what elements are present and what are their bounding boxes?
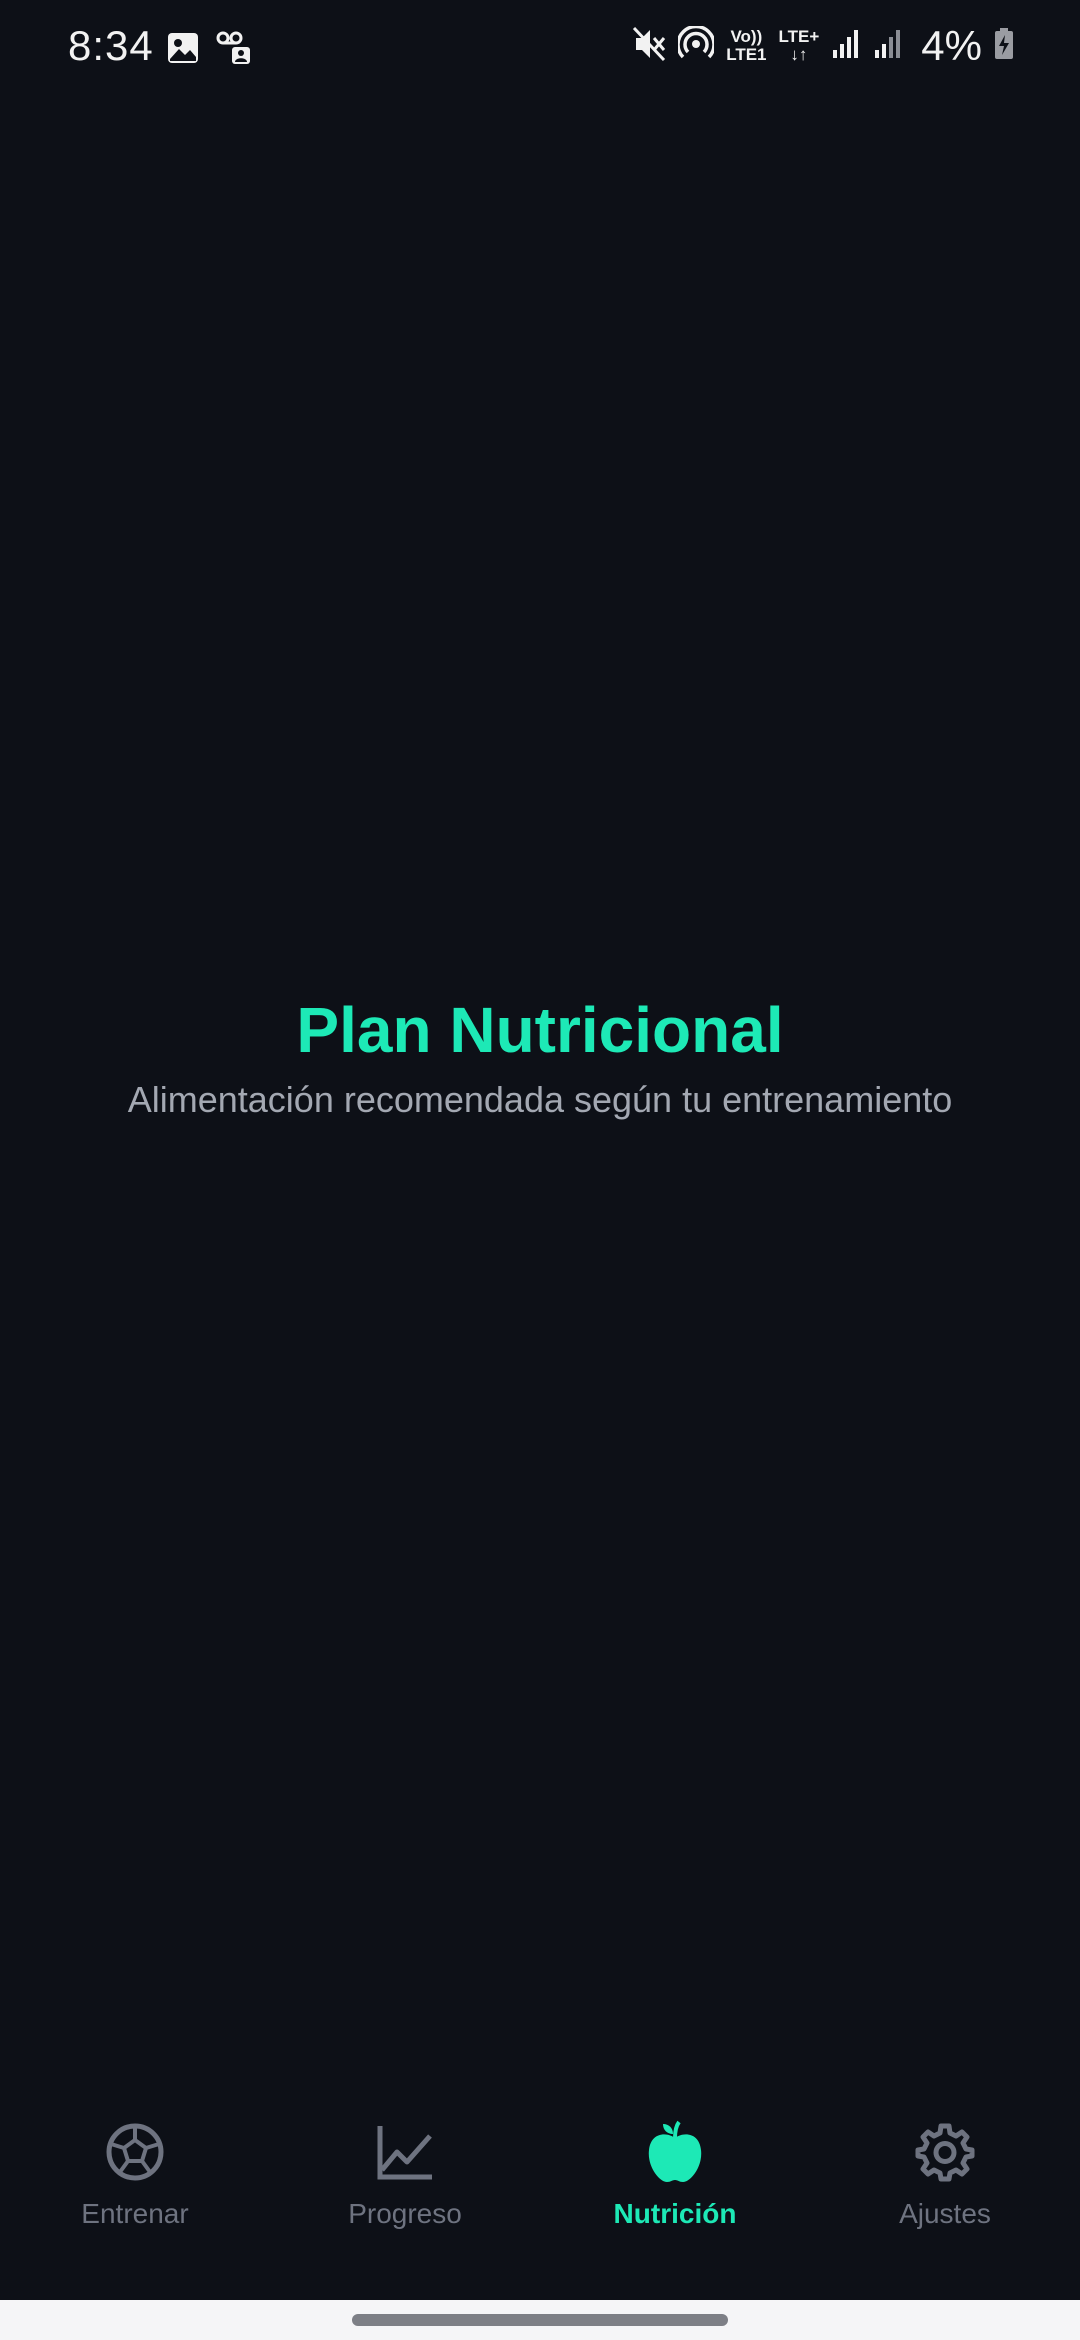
battery-percentage: 4%: [921, 22, 982, 69]
status-left-icons: [166, 30, 252, 71]
nav-item-ajustes[interactable]: Ajustes: [810, 2120, 1080, 2280]
lte-indicator: LTE+ ↓↑: [779, 28, 820, 64]
main-content: Plan Nutricional Alimentación recomendad…: [0, 990, 1080, 1122]
signal-icon: [831, 28, 861, 65]
nav-label-entrenar: Entrenar: [81, 2198, 189, 2229]
lte-bottom-label: ↓↑: [790, 45, 808, 64]
page-subtitle: Alimentación recomendada según tu entren…: [127, 1079, 953, 1120]
image-icon: [166, 31, 200, 70]
apple-icon: [643, 2120, 707, 2184]
line-chart-icon: [373, 2120, 437, 2184]
mute-icon: [632, 26, 666, 67]
bottom-nav: Entrenar Progreso Nutrición Ajustes: [0, 2120, 1080, 2280]
gear-icon: [913, 2120, 977, 2184]
soccer-ball-icon: [103, 2120, 167, 2184]
hotspot-icon: [676, 24, 716, 67]
status-right-icons: Vo)) LTE1 LTE+ ↓↑ 4%: [632, 22, 1014, 70]
nav-item-progreso[interactable]: Progreso: [270, 2120, 540, 2280]
page-title: Plan Nutricional: [296, 994, 784, 1066]
volte-bottom-label: LTE1: [726, 45, 767, 64]
volte-top-label: Vo)): [730, 27, 763, 46]
nav-item-entrenar[interactable]: Entrenar: [0, 2120, 270, 2280]
volte-indicator: Vo)) LTE1: [726, 28, 766, 64]
nav-label-progreso: Progreso: [348, 2198, 462, 2229]
status-time: 8:34: [68, 22, 154, 69]
status-bar: 8:34 Vo)) LTE1 LTE+ ↓↑ 4%: [0, 0, 1080, 100]
home-indicator[interactable]: [352, 2314, 728, 2326]
nav-label-ajustes: Ajustes: [899, 2198, 991, 2229]
voicemail-icon: [216, 30, 252, 71]
battery-charging-icon: [994, 27, 1014, 65]
signal-icon-2: [873, 28, 903, 65]
lte-top-label: LTE+: [778, 27, 820, 46]
nav-label-nutricion: Nutrición: [613, 2198, 737, 2229]
nav-item-nutricion[interactable]: Nutrición: [540, 2120, 810, 2280]
